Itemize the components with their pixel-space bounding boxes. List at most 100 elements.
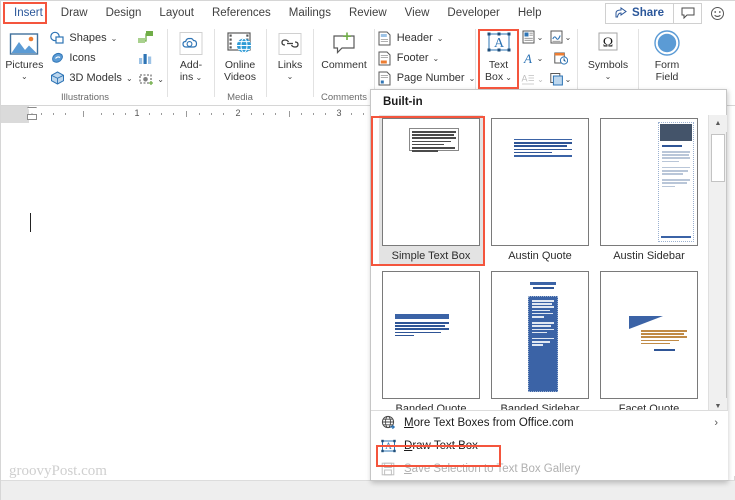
- menu-item-label: More Text Boxes from Office.com: [404, 416, 574, 429]
- date-time-icon: [553, 52, 568, 65]
- 3d-models-button[interactable]: 3D Models ⌄: [47, 68, 134, 88]
- share-button[interactable]: Share: [605, 2, 674, 24]
- ruler-margin-left: [1, 106, 29, 123]
- icons-button[interactable]: Icons: [47, 48, 134, 68]
- window-actions: Share: [605, 2, 732, 24]
- banded-quote-preview: [395, 314, 449, 338]
- online-videos-label-2: Videos: [224, 70, 256, 83]
- drop-cap-icon: A: [522, 74, 535, 85]
- scrollbar-thumb[interactable]: [711, 134, 725, 182]
- feedback-button[interactable]: [702, 2, 732, 24]
- links-caret-icon[interactable]: ⌄: [287, 72, 294, 81]
- form-field-label-2: Field: [655, 70, 679, 83]
- svg-text:A: A: [523, 51, 532, 65]
- online-videos-label-1: Online: [224, 59, 256, 71]
- symbols-caret-icon[interactable]: ⌄: [605, 72, 612, 81]
- smartart-button[interactable]: [135, 28, 157, 47]
- tab-developer[interactable]: Developer: [438, 1, 508, 25]
- text-box-button[interactable]: A Text Box ⌄: [479, 27, 519, 83]
- left-indent-marker[interactable]: [27, 114, 37, 120]
- gallery-item-banded-quote[interactable]: Banded Quote: [379, 268, 483, 415]
- links-button[interactable]: Links ⌄: [267, 27, 313, 81]
- scroll-up-arrow[interactable]: ▲: [709, 115, 727, 132]
- footer-caret-icon[interactable]: ⌄: [433, 54, 440, 63]
- watermark: groovyPost.com: [9, 463, 107, 479]
- gallery-item-austin-sidebar[interactable]: Austin Sidebar: [597, 115, 701, 266]
- symbols-button[interactable]: Ω Symbols ⌄: [580, 27, 636, 81]
- links-icon: [276, 29, 304, 59]
- add-ins-label-2: ins: [179, 70, 194, 83]
- tab-draw[interactable]: Draw: [52, 1, 97, 25]
- chart-button[interactable]: [135, 49, 157, 68]
- tab-design[interactable]: Design: [97, 1, 151, 25]
- header-button[interactable]: Header ⌄: [375, 28, 478, 48]
- quick-parts-button[interactable]: ⌄: [519, 28, 547, 47]
- gallery-row: Simple Text Box Austin Quote Austin Side…: [371, 115, 709, 266]
- insert-object-caret-icon[interactable]: ⌄: [565, 75, 572, 84]
- footer-button[interactable]: Footer ⌄: [375, 48, 478, 68]
- tab-review[interactable]: Review: [340, 1, 396, 25]
- menu-item-more-text-boxes[interactable]: More Text Boxes from Office.com ›: [371, 411, 728, 434]
- thumb-banded-quote: [382, 271, 480, 399]
- gallery-section-header: Built-in: [383, 96, 423, 108]
- insert-object-icon: [549, 73, 563, 86]
- signature-line-button[interactable]: ⌄: [547, 28, 575, 47]
- gallery-item-banded-sidebar[interactable]: Banded Sidebar: [488, 268, 592, 415]
- page-number-button[interactable]: Page Number ⌄: [375, 68, 478, 88]
- header-caret-icon[interactable]: ⌄: [437, 34, 444, 43]
- gallery-item-austin-quote[interactable]: Austin Quote: [488, 115, 592, 266]
- tab-active-underline: [12, 21, 45, 24]
- drop-cap-caret-icon[interactable]: ⌄: [537, 75, 544, 84]
- tab-help[interactable]: Help: [509, 1, 551, 25]
- shapes-button[interactable]: Shapes ⌄: [47, 28, 134, 48]
- save-icon: [379, 460, 397, 478]
- signature-line-icon: [550, 30, 563, 44]
- form-field-button[interactable]: Form Field: [641, 27, 693, 83]
- screenshot-icon: [139, 74, 154, 85]
- online-videos-button[interactable]: Online Videos: [217, 27, 263, 83]
- new-comment-button[interactable]: Comment: [316, 27, 372, 72]
- tab-layout[interactable]: Layout: [150, 1, 203, 25]
- screenshot-button[interactable]: ⌄: [135, 70, 169, 89]
- quick-parts-caret-icon[interactable]: ⌄: [537, 33, 544, 42]
- wordart-icon: A: [523, 51, 532, 65]
- menu-item-draw-text-box[interactable]: A Draw Text Box: [371, 434, 728, 457]
- tab-view-label: View: [404, 7, 430, 19]
- banded-sidebar-preview: [528, 282, 558, 392]
- 3d-models-caret-icon[interactable]: ⌄: [126, 74, 133, 83]
- ribbon-group-illustrations: Pictures ⌄ Shapes ⌄ Icons 3D Models ⌄ ⌄ …: [3, 25, 167, 106]
- pictures-caret-icon[interactable]: ⌄: [21, 72, 28, 81]
- austin-sidebar-preview: [658, 122, 694, 242]
- pictures-button[interactable]: Pictures ⌄: [1, 27, 47, 81]
- date-time-button[interactable]: [547, 49, 575, 68]
- symbols-label: Symbols: [587, 59, 629, 71]
- tab-insert[interactable]: Insert: [5, 1, 52, 25]
- tab-references[interactable]: References: [203, 1, 280, 25]
- wordart-caret-icon[interactable]: ⌄: [537, 54, 544, 63]
- text-box-icon: A: [484, 29, 514, 59]
- gallery-scrollbar[interactable]: ▲ ▼: [708, 115, 727, 415]
- add-ins-caret-icon[interactable]: ⌄: [193, 73, 202, 82]
- insert-object-button[interactable]: ⌄: [547, 70, 575, 89]
- drop-cap-button[interactable]: A ⌄: [519, 70, 547, 89]
- tab-mailings[interactable]: Mailings: [280, 1, 340, 25]
- gallery-menu: More Text Boxes from Office.com › A Draw…: [371, 410, 728, 480]
- text-box-label-1: Text: [488, 59, 509, 71]
- svg-text:A: A: [522, 74, 528, 84]
- share-label: Share: [632, 7, 664, 19]
- text-box-caret-icon[interactable]: ⌄: [503, 73, 512, 82]
- gallery-item-facet-quote[interactable]: Facet Quote: [597, 268, 701, 415]
- screenshot-caret-icon[interactable]: ⌄: [157, 75, 164, 84]
- comments-button[interactable]: [674, 2, 702, 24]
- group-separator-6: [475, 29, 476, 97]
- wordart-button[interactable]: A ⌄: [519, 49, 547, 68]
- add-ins-button[interactable]: Add- ins ⌄: [168, 27, 214, 83]
- tab-references-label: References: [211, 7, 271, 19]
- add-ins-label-1: Add-: [179, 59, 203, 71]
- globe-icon: [379, 414, 397, 432]
- tab-view[interactable]: View: [396, 1, 439, 25]
- gallery-item-simple-text-box[interactable]: Simple Text Box: [379, 115, 483, 266]
- signature-line-caret-icon[interactable]: ⌄: [565, 33, 572, 42]
- shapes-caret-icon[interactable]: ⌄: [111, 34, 118, 43]
- tab-review-label: Review: [348, 7, 387, 19]
